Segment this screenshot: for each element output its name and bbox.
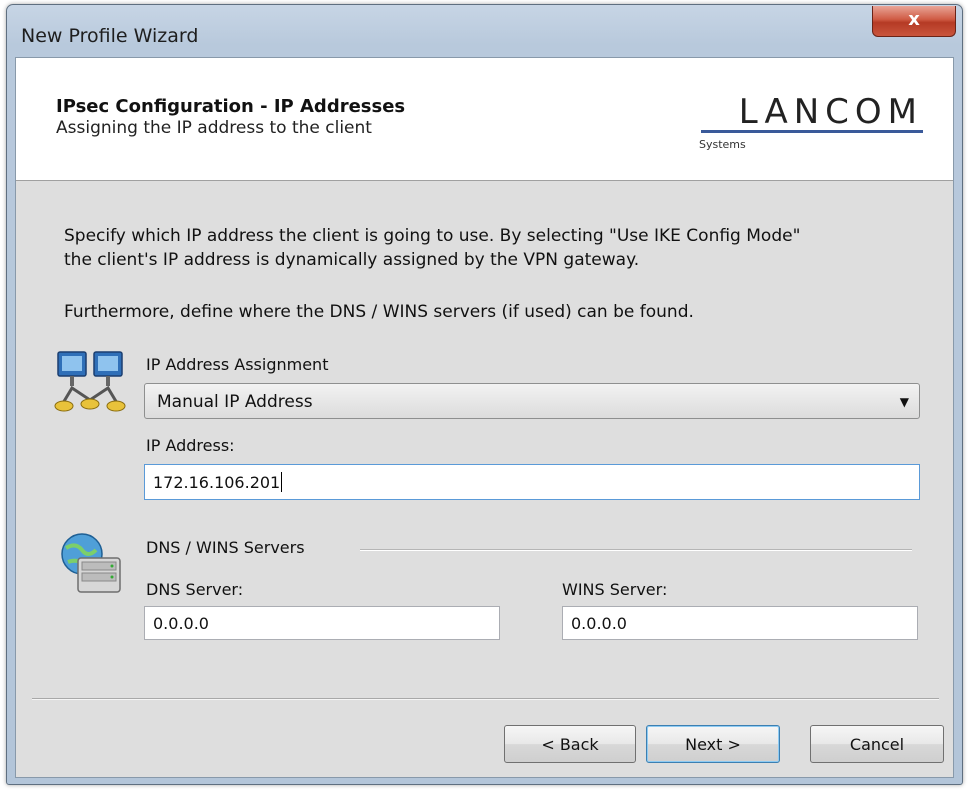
cancel-button[interactable]: Cancel: [810, 725, 944, 763]
footer-separator: [32, 698, 939, 700]
network-computers-icon: [54, 351, 126, 412]
ip-assignment-label: IP Address Assignment: [146, 355, 329, 374]
page-title: IPsec Configuration - IP Addresses: [56, 96, 406, 117]
ip-address-input[interactable]: 172.16.106.201: [144, 464, 920, 500]
next-button[interactable]: Next >: [646, 725, 780, 763]
wins-server-input[interactable]: 0.0.0.0: [562, 606, 918, 640]
ip-assignment-selected: Manual IP Address: [157, 392, 313, 412]
instruction-line-3: Furthermore, define where the DNS / WINS…: [64, 302, 694, 322]
instruction-line-2: the client's IP address is dynamically a…: [64, 250, 640, 270]
text-caret: [281, 472, 283, 492]
chevron-down-icon: ▼: [899, 395, 909, 409]
ip-address-label: IP Address:: [146, 436, 235, 455]
dns-wins-group-label: DNS / WINS Servers: [146, 538, 305, 557]
back-button-label: < Back: [541, 734, 599, 754]
title-bar: New Profile Wizard x: [7, 5, 962, 57]
cancel-button-label: Cancel: [849, 734, 905, 754]
next-button-label: Next >: [685, 734, 741, 754]
window-title: New Profile Wizard: [21, 25, 199, 47]
dns-server-value: 0.0.0.0: [153, 613, 209, 633]
wizard-window: New Profile Wizard x IPsec Configuration…: [6, 4, 963, 785]
close-icon: x: [908, 9, 920, 30]
page-subtitle: Assigning the IP address to the client: [56, 118, 372, 138]
wins-server-value: 0.0.0.0: [571, 613, 627, 633]
ip-address-value: 172.16.106.201: [153, 472, 281, 492]
group-divider: [360, 549, 912, 551]
dns-server-input[interactable]: 0.0.0.0: [144, 606, 500, 640]
wizard-content: IPsec Configuration - IP Addresses Assig…: [15, 57, 954, 778]
lancom-logo: LANCOM: [738, 92, 923, 132]
globe-server-icon: [61, 533, 121, 593]
logo-underline: [701, 130, 923, 133]
logo-subtitle: Systems: [699, 138, 746, 151]
back-button[interactable]: < Back: [504, 725, 636, 763]
dns-server-label: DNS Server:: [146, 580, 244, 599]
wins-server-label: WINS Server:: [562, 580, 668, 599]
close-button[interactable]: x: [872, 6, 956, 37]
wizard-header: IPsec Configuration - IP Addresses Assig…: [16, 58, 953, 181]
ip-assignment-dropdown[interactable]: Manual IP Address ▼: [144, 383, 920, 419]
instruction-line-1: Specify which IP address the client is g…: [64, 226, 801, 246]
